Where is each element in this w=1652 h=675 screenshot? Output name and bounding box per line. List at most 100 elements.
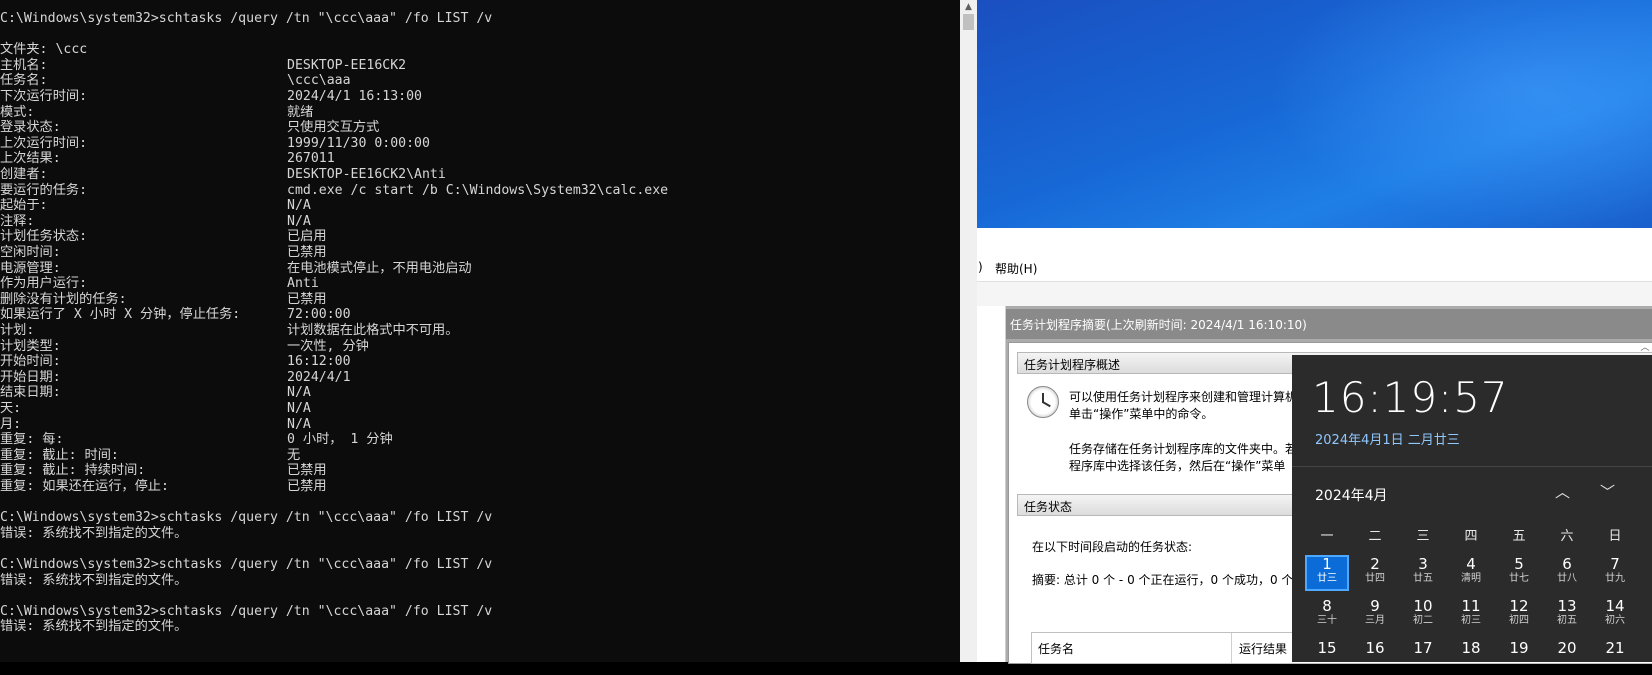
navigation-pane[interactable] [977,306,1006,662]
console-line: 要运行的任务: [0,182,88,198]
calendar-day[interactable]: 17 [1401,639,1445,675]
calendar-day[interactable]: 7 廿九 [1593,555,1637,591]
console-value: DESKTOP-EE16CK2 [287,57,407,73]
status-summary: 摘要: 总计 0 个 - 0 个正在运行，0 个成功，0 个 [1032,573,1294,587]
calendar-day-number: 7 [1610,555,1620,573]
calendar-lunar-date: 廿三 [1317,573,1337,584]
weekday-header: 一 [1320,529,1334,544]
menu-item-partial[interactable]: ) [978,260,983,274]
calendar-day[interactable]: 13 初五 [1545,597,1589,633]
console-line: 计划: [0,323,35,338]
calendar-day[interactable]: 3 廿五 [1401,555,1445,591]
chevron-down-icon[interactable]: ﹀ [1600,481,1615,502]
console-line: 计划任务状态: [0,229,88,245]
overview-text-3: 任务存储在任务计划程序库的文件夹中。若 [1069,442,1298,456]
calendar-lunar-date: 三十 [1317,615,1337,626]
calendar-lunar-date: 廿四 [1365,573,1385,584]
console-value: 在电池模式停止，不用电池启动 [287,260,472,276]
console-line: 模式: [0,104,35,120]
summary-title-bar: 任务计划程序摘要(上次刷新时间: 2024/4/1 16:10:10) [1006,309,1652,339]
console-line: 错误: 系统找不到指定的文件。 [0,525,188,541]
calendar-day[interactable]: 4 清明 [1449,555,1493,591]
calendar-day[interactable]: 5 廿七 [1497,555,1541,591]
console-line: 错误: 系统找不到指定的文件。 [0,619,188,635]
calendar-lunar-date: 初五 [1557,615,1577,626]
calendar-day[interactable]: 20 [1545,639,1589,675]
console-line: 注释: [0,213,35,229]
scroll-up-icon[interactable]: ▲ [960,0,977,14]
calendar-month-label[interactable]: 2024年4月 [1315,485,1388,505]
console-line: 上次结果: [0,151,61,167]
calendar-day[interactable]: 6 廿八 [1545,555,1589,591]
console-line: 电源管理: [0,260,61,276]
overview-text-1: 可以使用任务计划程序来创建和管理计算机 [1069,390,1298,404]
console-line: C:\Windows\system32>schtasks /query /tn … [0,510,493,526]
weekday-header: 二 [1368,529,1382,544]
calendar-day-number: 16 [1365,639,1385,657]
console-value: 已禁用 [287,245,327,260]
console-value: 0 小时， 1 分钟 [287,432,393,448]
column-task-name[interactable]: 任务名 [1038,640,1074,657]
calendar-day[interactable]: 9 三月 [1353,597,1397,633]
console-value: 一次性, 分钟 [287,338,369,354]
console-line: 错误: 系统找不到指定的文件。 [0,572,188,588]
console-value: N/A [287,385,311,401]
task-status-header-label: 任务状态 [1024,500,1073,514]
console-value: DESKTOP-EE16CK2\Anti [287,167,446,182]
status-period-label: 在以下时间段启动的任务状态: [1032,540,1193,554]
calendar-day-number: 9 [1370,597,1380,615]
command-prompt-console[interactable]: C:\Windows\system32>schtasks /query /tn … [0,0,960,662]
console-value: 已禁用 [287,463,327,479]
console-value: N/A [287,401,311,416]
calendar-day-number: 2 [1370,555,1380,573]
calendar-day[interactable]: 19 [1497,639,1541,675]
calendar-day[interactable]: 21 [1593,639,1637,675]
calendar-lunar-date: 清明 [1461,573,1481,584]
console-value: N/A [287,198,311,214]
calendar-lunar-date: 廿九 [1605,573,1625,584]
calendar-day-number: 5 [1514,555,1524,573]
calendar-day-number: 6 [1562,555,1572,573]
calendar-day[interactable]: 16 [1353,639,1397,675]
weekday-header: 日 [1608,529,1622,544]
console-line: C:\Windows\system32>schtasks /query /tn … [0,11,493,26]
console-value: N/A [287,416,311,432]
calendar-day-number: 18 [1461,639,1481,657]
calendar-day[interactable]: 14 初六 [1593,597,1637,633]
console-value: \ccc\aaa [287,73,351,89]
calendar-day-number: 19 [1509,639,1529,657]
console-line: 结束日期: [0,385,61,401]
console-scrollbar[interactable]: ▲ [960,0,977,662]
calendar-day[interactable]: 11 初三 [1449,597,1493,633]
calendar-day[interactable]: 12 初四 [1497,597,1541,633]
console-line: 作为用户运行: [0,276,88,292]
console-line: 空闲时间: [0,245,61,260]
calendar-lunar-date: 初四 [1509,615,1529,626]
console-value: 只使用交互方式 [287,120,380,136]
console-value: 2024/4/1 16:13:00 [287,89,422,104]
calendar-lunar-date: 初二 [1413,615,1433,626]
overview-header-label: 任务计划程序概述 [1024,358,1121,372]
console-value: Anti [287,276,319,292]
calendar-day[interactable]: 10 初二 [1401,597,1445,633]
console-line: 计划类型: [0,338,61,354]
console-value: 就绪 [287,104,314,120]
current-date-link[interactable]: 2024年4月1日 二月廿三 [1315,429,1460,448]
calendar-day[interactable]: 8 三十 [1305,597,1349,633]
console-value: 计划数据在此格式中不可用。 [287,323,459,338]
calendar-day-today[interactable]: 1 廿三 [1305,555,1349,591]
calendar-day[interactable]: 2 廿四 [1353,555,1397,591]
menu-item-help[interactable]: 帮助(H) [995,260,1037,277]
scrollbar-thumb[interactable] [963,14,974,30]
chevron-up-icon[interactable]: ︿ [1555,481,1570,502]
console-value: 已启用 [287,229,327,245]
console-line: 删除没有计划的任务: [0,291,127,307]
calendar-day[interactable]: 18 [1449,639,1493,675]
calendar-lunar-date: 廿八 [1557,573,1577,584]
calendar-day[interactable]: 15 [1305,639,1349,675]
weekday-header: 三 [1416,529,1430,544]
weekday-header: 六 [1560,529,1574,544]
column-run-result[interactable]: 运行结果 [1239,640,1287,657]
console-value: 已禁用 [287,291,327,307]
console-line: 创建者: [0,167,48,182]
